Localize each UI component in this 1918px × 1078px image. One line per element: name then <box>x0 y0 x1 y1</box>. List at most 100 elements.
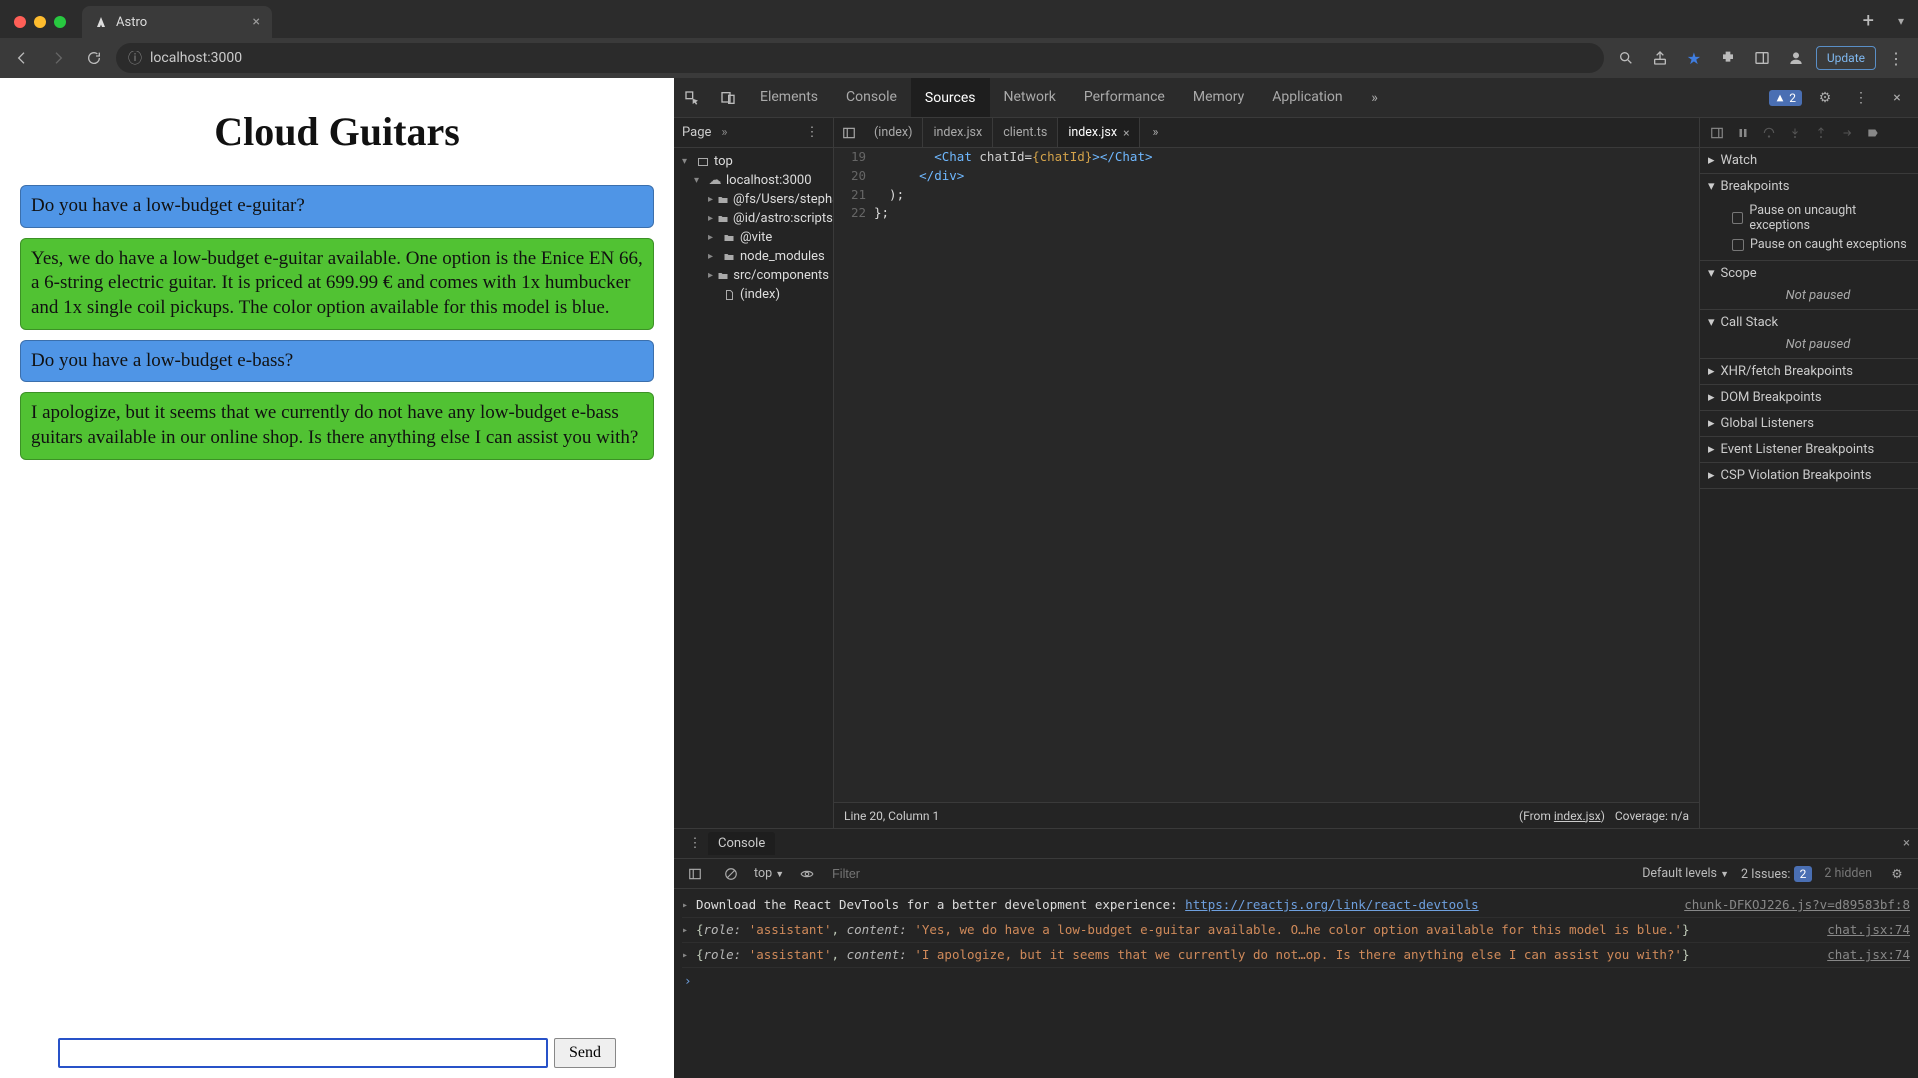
drawer-menu-icon[interactable]: ⋮ <box>682 831 708 857</box>
log-levels-select[interactable]: Default levels ▼ <box>1642 866 1729 881</box>
chat-input[interactable] <box>58 1038 548 1068</box>
console-context-select[interactable]: top ▼ <box>754 866 784 881</box>
address-bar[interactable]: ⓘ localhost:3000 <box>116 43 1604 73</box>
scope-section[interactable]: ▾Scope <box>1700 261 1918 286</box>
csp-violation-breakpoints-section[interactable]: ▸CSP Violation Breakpoints <box>1700 463 1918 488</box>
filetree-top[interactable]: ▾top <box>674 152 833 171</box>
filetree-file[interactable]: (index) <box>674 285 833 304</box>
toggle-navigator-icon[interactable] <box>834 118 864 147</box>
filetree-host[interactable]: ▾☁localhost:3000 <box>674 171 833 190</box>
filetree-folder[interactable]: ▸@vite <box>674 228 833 247</box>
console-prompt[interactable]: › <box>682 968 1910 994</box>
console-output[interactable]: ▸Download the React DevTools for a bette… <box>674 889 1918 1078</box>
site-info-icon[interactable]: ⓘ <box>128 48 142 68</box>
extensions-icon[interactable] <box>1714 44 1742 72</box>
devtools-menu-icon[interactable]: ⋮ <box>1848 85 1874 111</box>
console-filter-input[interactable] <box>830 866 1632 882</box>
bookmark-star-icon[interactable]: ★ <box>1680 44 1708 72</box>
device-toolbar-icon[interactable] <box>710 78 746 117</box>
console-sidebar-icon[interactable] <box>682 861 708 887</box>
inspect-element-icon[interactable] <box>674 78 710 117</box>
pause-script-icon[interactable] <box>1732 122 1754 144</box>
profile-icon[interactable] <box>1782 44 1810 72</box>
back-button[interactable] <box>8 44 36 72</box>
devtools-tab-performance[interactable]: Performance <box>1070 78 1179 117</box>
forward-button[interactable] <box>44 44 72 72</box>
user-message: Do you have a low-budget e-bass? <box>20 340 654 383</box>
issues-badge[interactable]: 2 <box>1769 90 1802 106</box>
toggle-sidebar-icon[interactable] <box>1706 122 1728 144</box>
editor-tab[interactable]: (index) <box>864 118 923 147</box>
console-link[interactable]: https://reactjs.org/link/react-devtools <box>1185 897 1479 912</box>
close-tab-icon[interactable]: × <box>253 15 260 29</box>
deactivate-breakpoints-icon[interactable] <box>1862 122 1884 144</box>
devtools-tab-sources[interactable]: Sources <box>911 78 990 117</box>
dom-breakpoints-section[interactable]: ▸DOM Breakpoints <box>1700 385 1918 410</box>
event-listener-breakpoints-section[interactable]: ▸Event Listener Breakpoints <box>1700 437 1918 462</box>
file-navigator: Page » ⋮ ▾top▾☁localhost:3000▸@fs/Users/… <box>674 118 834 828</box>
close-window-icon[interactable] <box>14 16 26 28</box>
filetree-folder[interactable]: ▸@fs/Users/stepha <box>674 190 833 209</box>
devtools-close-icon[interactable]: × <box>1884 85 1910 111</box>
editor-tab[interactable]: index.jsx× <box>1058 118 1140 147</box>
clear-console-icon[interactable] <box>718 861 744 887</box>
devtools-tab-console[interactable]: Console <box>832 78 911 117</box>
filetree-folder[interactable]: ▸@id/astro:scripts <box>674 209 833 228</box>
editor-tab[interactable]: client.ts <box>993 118 1058 147</box>
filetree-folder[interactable]: ▸node_modules <box>674 247 833 266</box>
page-viewport: Cloud Guitars Do you have a low-budget e… <box>0 78 674 1078</box>
console-tab[interactable]: Console <box>708 832 775 855</box>
send-button[interactable]: Send <box>554 1038 616 1068</box>
console-source-link[interactable]: chat.jsx:74 <box>1819 921 1910 939</box>
devtools-tab-application[interactable]: Application <box>1258 78 1356 117</box>
share-icon[interactable] <box>1646 44 1674 72</box>
reload-button[interactable] <box>80 44 108 72</box>
page-title: Cloud Guitars <box>20 108 654 155</box>
devtools-tab-network[interactable]: Network <box>990 78 1070 117</box>
code-editor[interactable]: 19 <Chat chatId={chatId}></Chat>20 </div… <box>834 148 1699 802</box>
more-editor-tabs-icon[interactable]: » <box>1140 118 1170 147</box>
hidden-count[interactable]: 2 hidden <box>1824 866 1872 881</box>
chrome-menu-icon[interactable]: ⋮ <box>1882 44 1910 72</box>
browser-tab[interactable]: Astro × <box>82 6 272 38</box>
update-button[interactable]: Update <box>1816 46 1876 70</box>
console-source-link[interactable]: chat.jsx:74 <box>1819 946 1910 964</box>
console-settings-icon[interactable]: ⚙ <box>1884 861 1910 887</box>
url-text: localhost:3000 <box>150 50 242 66</box>
sidepanel-icon[interactable] <box>1748 44 1776 72</box>
global-listeners-section[interactable]: ▸Global Listeners <box>1700 411 1918 436</box>
console-source-link[interactable]: chunk-DFKOJ226.js?v=d89583bf:8 <box>1676 896 1910 914</box>
more-tabs-icon[interactable]: » <box>1357 78 1393 117</box>
callstack-section[interactable]: ▾Call Stack <box>1700 310 1918 335</box>
devtools-tab-elements[interactable]: Elements <box>746 78 832 117</box>
maximize-window-icon[interactable] <box>54 16 66 28</box>
tabs-dropdown-icon[interactable]: ▾ <box>1890 14 1912 38</box>
breakpoints-section[interactable]: ▾Breakpoints <box>1700 174 1918 199</box>
new-tab-button[interactable]: + <box>1855 10 1882 38</box>
filetree-folder[interactable]: ▸src/components <box>674 266 833 285</box>
close-editor-tab-icon[interactable]: × <box>1123 126 1129 140</box>
xhr-breakpoints-section[interactable]: ▸XHR/fetch Breakpoints <box>1700 359 1918 384</box>
step-icon[interactable] <box>1836 122 1858 144</box>
console-log-entry[interactable]: ▸{role: 'assistant', content: 'Yes, we d… <box>682 918 1910 943</box>
issues-indicator[interactable]: 2 Issues: 2 <box>1741 866 1812 882</box>
step-over-icon[interactable] <box>1758 122 1780 144</box>
breakpoint-option[interactable]: Pause on uncaught exceptions <box>1722 201 1914 235</box>
breakpoint-option[interactable]: Pause on caught exceptions <box>1722 235 1914 254</box>
zoom-icon[interactable] <box>1612 44 1640 72</box>
more-tabs-icon[interactable]: » <box>721 125 727 140</box>
console-log-entry[interactable]: ▸Download the React DevTools for a bette… <box>682 893 1910 918</box>
devtools-tab-memory[interactable]: Memory <box>1179 78 1258 117</box>
navigator-menu-icon[interactable]: ⋮ <box>799 120 825 146</box>
close-drawer-icon[interactable]: × <box>1903 836 1910 851</box>
devtools-settings-icon[interactable]: ⚙ <box>1812 85 1838 111</box>
live-expression-icon[interactable] <box>794 861 820 887</box>
step-into-icon[interactable] <box>1784 122 1806 144</box>
watch-section[interactable]: ▸Watch <box>1700 148 1918 173</box>
minimize-window-icon[interactable] <box>34 16 46 28</box>
step-out-icon[interactable] <box>1810 122 1832 144</box>
navigator-tab[interactable]: Page <box>682 125 711 140</box>
console-log-entry[interactable]: ▸{role: 'assistant', content: 'I apologi… <box>682 943 1910 968</box>
toolbar-right: ★ Update ⋮ <box>1612 44 1910 72</box>
editor-tab[interactable]: index.jsx <box>923 118 993 147</box>
